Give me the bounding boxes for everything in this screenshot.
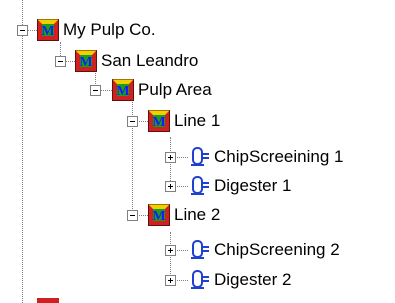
tree-connector (27, 30, 37, 31)
tree-node-label: Line 2 (174, 205, 221, 224)
tree-node-label: ChipScreeining 1 (214, 147, 344, 166)
tree-node-digester-2[interactable]: Digester 2 (188, 269, 291, 291)
tree-connector (100, 90, 112, 91)
tree-node-label: San Leandro (101, 51, 199, 70)
expand-toggle[interactable] (165, 181, 176, 192)
plant-m-icon: M (148, 204, 170, 226)
tree-connector (175, 250, 188, 251)
equipment-icon (188, 269, 210, 291)
svg-text:M: M (152, 115, 165, 130)
expand-toggle[interactable] (165, 245, 176, 256)
plant-m-icon: M (148, 110, 170, 132)
tree-connector (65, 61, 75, 62)
svg-text:M: M (116, 84, 129, 99)
tree-node-my-pulp-co[interactable]: M My Pulp Co. (37, 19, 156, 41)
equipment-icon (188, 175, 210, 197)
collapse-toggle[interactable] (127, 210, 138, 221)
tree-connector (22, 0, 23, 303)
tree-node-line-2[interactable]: M Line 2 (148, 204, 220, 226)
collapse-toggle[interactable] (90, 85, 101, 96)
tree-node-pulp-area[interactable]: M Pulp Area (112, 79, 212, 101)
tree-node-label: My Pulp Co. (63, 20, 156, 39)
tree-connector (137, 121, 148, 122)
collapse-toggle[interactable] (17, 25, 28, 36)
tree-connector (175, 157, 188, 158)
collapse-toggle[interactable] (55, 56, 66, 67)
tree-node-san-leandro[interactable]: M San Leandro (75, 50, 198, 72)
tree-node-line-1[interactable]: M Line 1 (148, 110, 220, 132)
svg-text:M: M (41, 24, 54, 39)
svg-text:M: M (152, 209, 165, 224)
tree-connector (137, 215, 148, 216)
plant-hierarchy-tree: M My Pulp Co. M San Leandro M Pulp Area (0, 0, 395, 303)
tree-connector (175, 186, 188, 187)
equipment-icon (188, 146, 210, 168)
tree-node-digester-1[interactable]: Digester 1 (188, 175, 291, 197)
plant-m-icon: M (112, 79, 134, 101)
tree-node-label: Pulp Area (138, 80, 212, 99)
tree-node-label: Line 1 (174, 111, 221, 130)
equipment-icon (188, 239, 210, 261)
expand-toggle[interactable] (165, 275, 176, 286)
svg-text:M: M (79, 55, 92, 70)
tree-node-chipscreeining-1[interactable]: ChipScreeining 1 (188, 146, 343, 168)
plant-m-icon: M (75, 50, 97, 72)
tree-node-chipscreening-2[interactable]: ChipScreening 2 (188, 239, 340, 261)
tree-connector (175, 280, 188, 281)
collapse-toggle[interactable] (127, 116, 138, 127)
partial-tree-node (37, 298, 59, 303)
tree-node-label: ChipScreening 2 (214, 240, 340, 259)
expand-toggle[interactable] (165, 152, 176, 163)
plant-m-icon: M (37, 19, 59, 41)
tree-node-label: Digester 1 (214, 176, 292, 195)
tree-node-label: Digester 2 (214, 270, 292, 289)
